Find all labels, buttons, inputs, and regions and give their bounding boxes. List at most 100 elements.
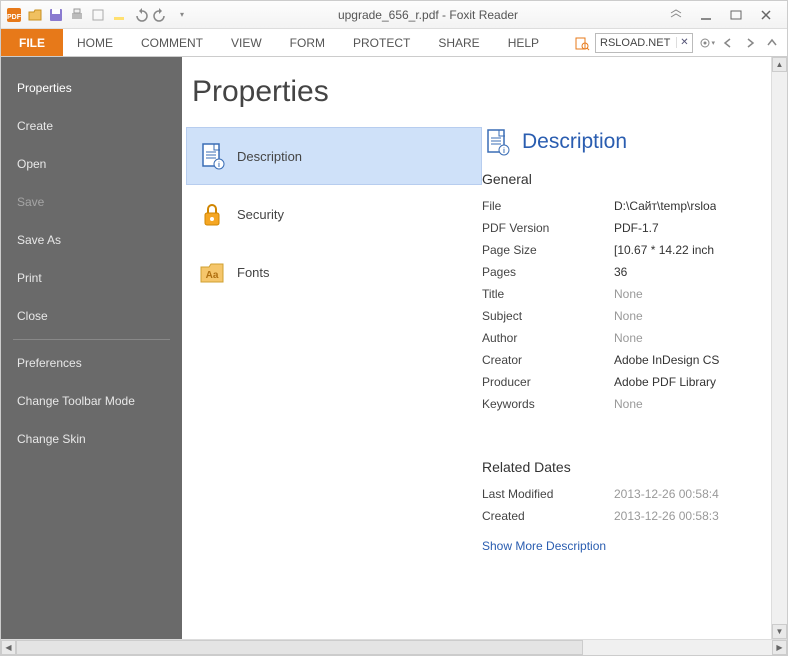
scroll-track[interactable] xyxy=(772,72,787,624)
kv-row: Pages36 xyxy=(482,261,771,283)
kv-row: SubjectNone xyxy=(482,305,771,327)
tab-protect[interactable]: PROTECT xyxy=(339,29,424,56)
maximize-button[interactable] xyxy=(725,6,747,24)
sidebar-item-print[interactable]: Print xyxy=(1,259,182,297)
settings-gear-icon[interactable]: ▾ xyxy=(697,34,715,52)
properties-category-list: i Description Security Aa xyxy=(182,127,482,639)
sidebar-item-save-as[interactable]: Save As xyxy=(1,221,182,259)
sidebar-item-close[interactable]: Close xyxy=(1,297,182,335)
ribbon: FILE HOME COMMENT VIEW FORM PROTECT SHAR… xyxy=(1,29,787,57)
general-table: FileD:\Сайт\temp\rsloaPDF VersionPDF-1.7… xyxy=(482,195,771,415)
tab-view[interactable]: VIEW xyxy=(217,29,276,56)
tab-comment[interactable]: COMMENT xyxy=(127,29,217,56)
kv-value: None xyxy=(614,287,643,301)
document-info-icon: i xyxy=(482,127,512,157)
category-label: Description xyxy=(237,149,302,164)
search-input[interactable] xyxy=(596,37,676,49)
kv-key: Title xyxy=(482,287,614,301)
redo-icon[interactable] xyxy=(152,6,170,24)
scroll-left-arrow[interactable]: ◀ xyxy=(1,640,16,655)
show-more-link[interactable]: Show More Description xyxy=(482,539,771,553)
close-button[interactable] xyxy=(755,6,777,24)
tab-share[interactable]: SHARE xyxy=(424,29,493,56)
tab-form[interactable]: FORM xyxy=(276,29,339,56)
kv-value: 2013-12-26 00:58:4 xyxy=(614,487,719,501)
category-fonts[interactable]: Aa Fonts xyxy=(186,243,482,301)
sidebar-item-create[interactable]: Create xyxy=(1,107,182,145)
nav-prev-icon[interactable] xyxy=(719,34,737,52)
scroll-track[interactable] xyxy=(16,640,772,655)
search-box: ✕ xyxy=(595,33,693,53)
lock-icon xyxy=(197,199,227,229)
find-icon[interactable] xyxy=(573,34,591,52)
kv-key: PDF Version xyxy=(482,221,614,235)
tab-file[interactable]: FILE xyxy=(1,29,63,56)
kv-key: Producer xyxy=(482,375,614,389)
kv-key: Last Modified xyxy=(482,487,614,501)
kv-row: CreatorAdobe InDesign CS xyxy=(482,349,771,371)
scroll-thumb[interactable] xyxy=(16,640,583,655)
kv-value: 2013-12-26 00:58:3 xyxy=(614,509,719,523)
scroll-up-arrow[interactable]: ▲ xyxy=(772,57,787,72)
sidebar-item-properties[interactable]: Properties xyxy=(1,69,182,107)
main-panel: Properties i Description Security xyxy=(182,57,771,639)
sidebar-item-save: Save xyxy=(1,183,182,221)
dates-table: Last Modified2013-12-26 00:58:4Created20… xyxy=(482,483,771,527)
sidebar-item-open[interactable]: Open xyxy=(1,145,182,183)
svg-text:i: i xyxy=(218,162,220,169)
ribbon-tools: ✕ ▾ xyxy=(573,29,787,56)
kv-row: ProducerAdobe PDF Library xyxy=(482,371,771,393)
detail-heading-text: Description xyxy=(522,130,627,154)
minimize-button[interactable] xyxy=(695,6,717,24)
scroll-down-arrow[interactable]: ▼ xyxy=(772,624,787,639)
kv-value: D:\Сайт\temp\rsloa xyxy=(614,199,716,213)
category-label: Fonts xyxy=(237,265,270,280)
section-general: General xyxy=(482,171,771,187)
print-icon[interactable] xyxy=(68,6,86,24)
collapse-ribbon-icon[interactable] xyxy=(665,6,687,24)
sidebar-item-preferences[interactable]: Preferences xyxy=(1,344,182,382)
kv-key: Creator xyxy=(482,353,614,367)
nav-next-icon[interactable] xyxy=(741,34,759,52)
category-security[interactable]: Security xyxy=(186,185,482,243)
window-controls xyxy=(665,6,787,24)
open-icon[interactable] xyxy=(26,6,44,24)
svg-text:i: i xyxy=(503,148,505,155)
tab-home[interactable]: HOME xyxy=(63,29,127,56)
page-title: Properties xyxy=(182,75,771,127)
vertical-scrollbar[interactable]: ▲ ▼ xyxy=(771,57,787,639)
kv-key: Page Size xyxy=(482,243,614,257)
stamp-icon[interactable] xyxy=(89,6,107,24)
kv-value: PDF-1.7 xyxy=(614,221,659,235)
kv-value: None xyxy=(614,397,643,411)
undo-icon[interactable] xyxy=(131,6,149,24)
category-description[interactable]: i Description xyxy=(186,127,482,185)
search-clear-icon[interactable]: ✕ xyxy=(676,37,692,48)
kv-value: Adobe InDesign CS xyxy=(614,353,719,367)
document-info-icon: i xyxy=(197,141,227,171)
kv-row: KeywordsNone xyxy=(482,393,771,415)
content-area: Properties Create Open Save Save As Prin… xyxy=(1,57,787,639)
tab-help[interactable]: HELP xyxy=(494,29,553,56)
kv-row: PDF VersionPDF-1.7 xyxy=(482,217,771,239)
kv-value: Adobe PDF Library xyxy=(614,375,716,389)
kv-row: Created2013-12-26 00:58:3 xyxy=(482,505,771,527)
fonts-folder-icon: Aa xyxy=(197,257,227,287)
highlight-icon[interactable] xyxy=(110,6,128,24)
sidebar-item-toolbar-mode[interactable]: Change Toolbar Mode xyxy=(1,382,182,420)
nav-up-icon[interactable] xyxy=(763,34,781,52)
qat-dropdown-icon[interactable]: ▾ xyxy=(173,6,191,24)
scroll-right-arrow[interactable]: ▶ xyxy=(772,640,787,655)
sidebar-item-change-skin[interactable]: Change Skin xyxy=(1,420,182,458)
save-icon[interactable] xyxy=(47,6,65,24)
kv-row: TitleNone xyxy=(482,283,771,305)
kv-key: Author xyxy=(482,331,614,345)
file-menu-sidebar: Properties Create Open Save Save As Prin… xyxy=(1,57,182,639)
kv-value: None xyxy=(614,309,643,323)
kv-key: Created xyxy=(482,509,614,523)
horizontal-scrollbar[interactable]: ◀ ▶ xyxy=(1,639,787,655)
kv-row: FileD:\Сайт\temp\rsloa xyxy=(482,195,771,217)
category-label: Security xyxy=(237,207,284,222)
detail-panel: i Description General FileD:\Сайт\temp\r… xyxy=(482,127,771,639)
app-icon: PDF xyxy=(5,6,23,24)
